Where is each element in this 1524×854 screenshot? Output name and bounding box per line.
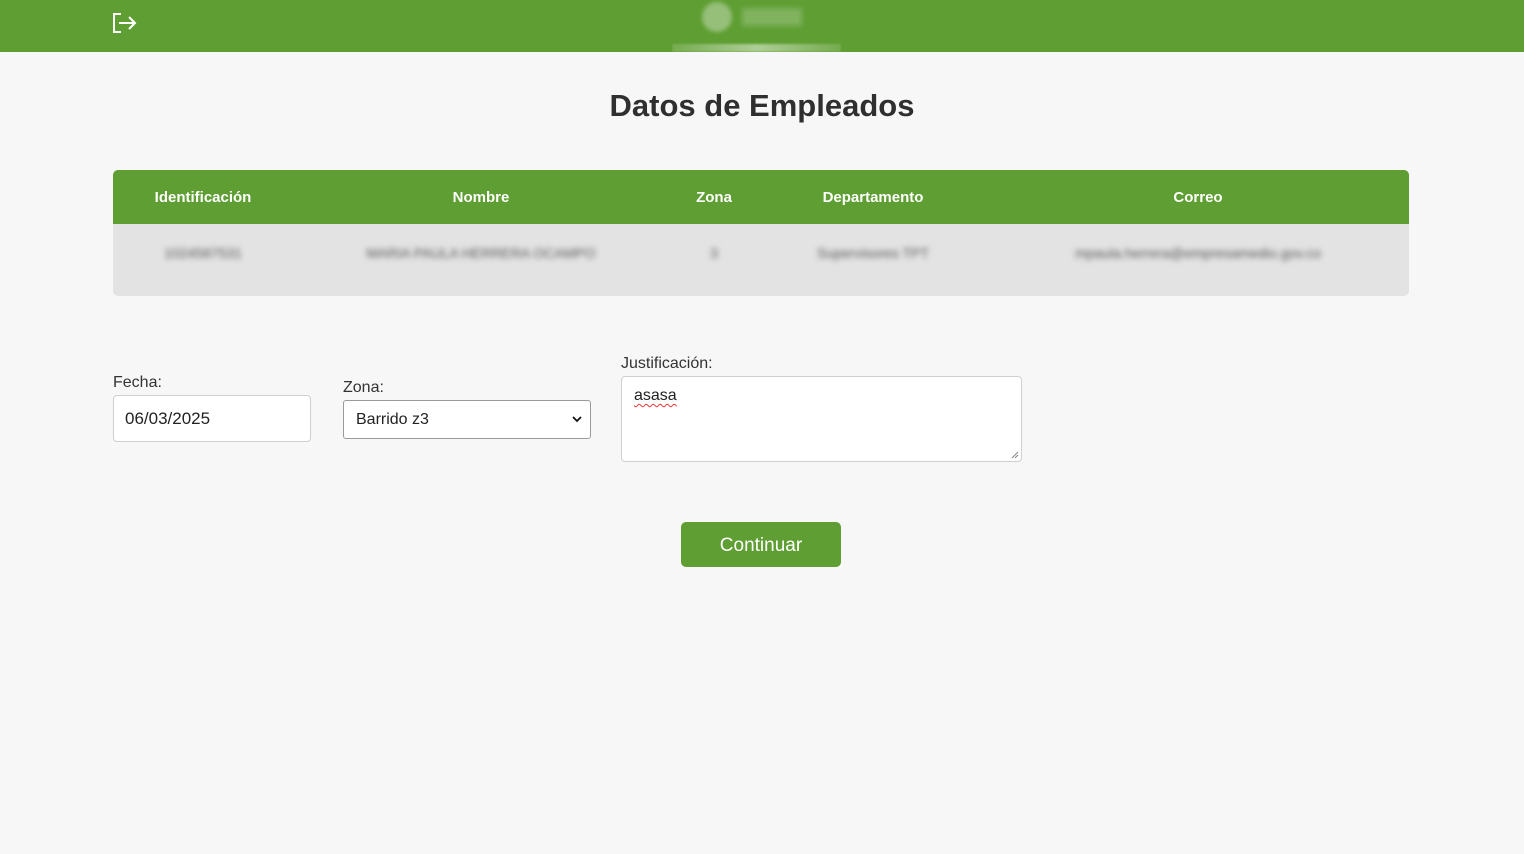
chevron-down-icon <box>572 416 582 423</box>
fecha-label: Fecha: <box>113 374 162 391</box>
logo-wordmark <box>742 8 802 26</box>
zona-select[interactable]: Barrido z3 <box>343 400 591 439</box>
zona-label: Zona: <box>343 379 384 396</box>
justificacion-label: Justificación: <box>621 355 713 372</box>
justificacion-textarea[interactable]: asasa <box>621 376 1022 462</box>
top-bar <box>0 0 1524 52</box>
header-zona: Zona <box>696 188 732 206</box>
organization-logo <box>672 0 841 52</box>
logout-icon[interactable] <box>111 11 139 35</box>
header-departamento: Departamento <box>822 188 924 206</box>
cell-correo: mpaula.herrera@empresamedio.gov.co <box>1075 245 1321 261</box>
header-nombre: Nombre <box>452 188 510 206</box>
zona-selected-value: Barrido z3 <box>356 411 429 428</box>
page-title: Datos de Empleados <box>609 88 915 123</box>
logo-emblem <box>702 2 732 32</box>
table-header-row: Identificación Nombre Zona Departamento … <box>113 170 1409 224</box>
table-row: 1024587531 MARIA PAULA HERRERA OCAMPO 3 … <box>113 224 1409 282</box>
cell-zona: 3 <box>710 245 718 261</box>
header-correo: Correo <box>1173 188 1223 206</box>
justificacion-value: asasa <box>634 387 677 404</box>
cell-departamento: Supervisores TPT <box>817 245 929 261</box>
cell-nombre: MARIA PAULA HERRERA OCAMPO <box>366 245 596 261</box>
fecha-input[interactable]: 06/03/2025 <box>113 395 311 442</box>
resize-grip-icon[interactable] <box>1011 451 1019 459</box>
fecha-value: 06/03/2025 <box>125 409 211 428</box>
logo-underline <box>672 44 841 52</box>
continue-button[interactable]: Continuar <box>681 522 841 567</box>
header-identificacion: Identificación <box>154 188 252 206</box>
employee-table: Identificación Nombre Zona Departamento … <box>113 170 1409 296</box>
cell-identificacion: 1024587531 <box>164 245 242 261</box>
